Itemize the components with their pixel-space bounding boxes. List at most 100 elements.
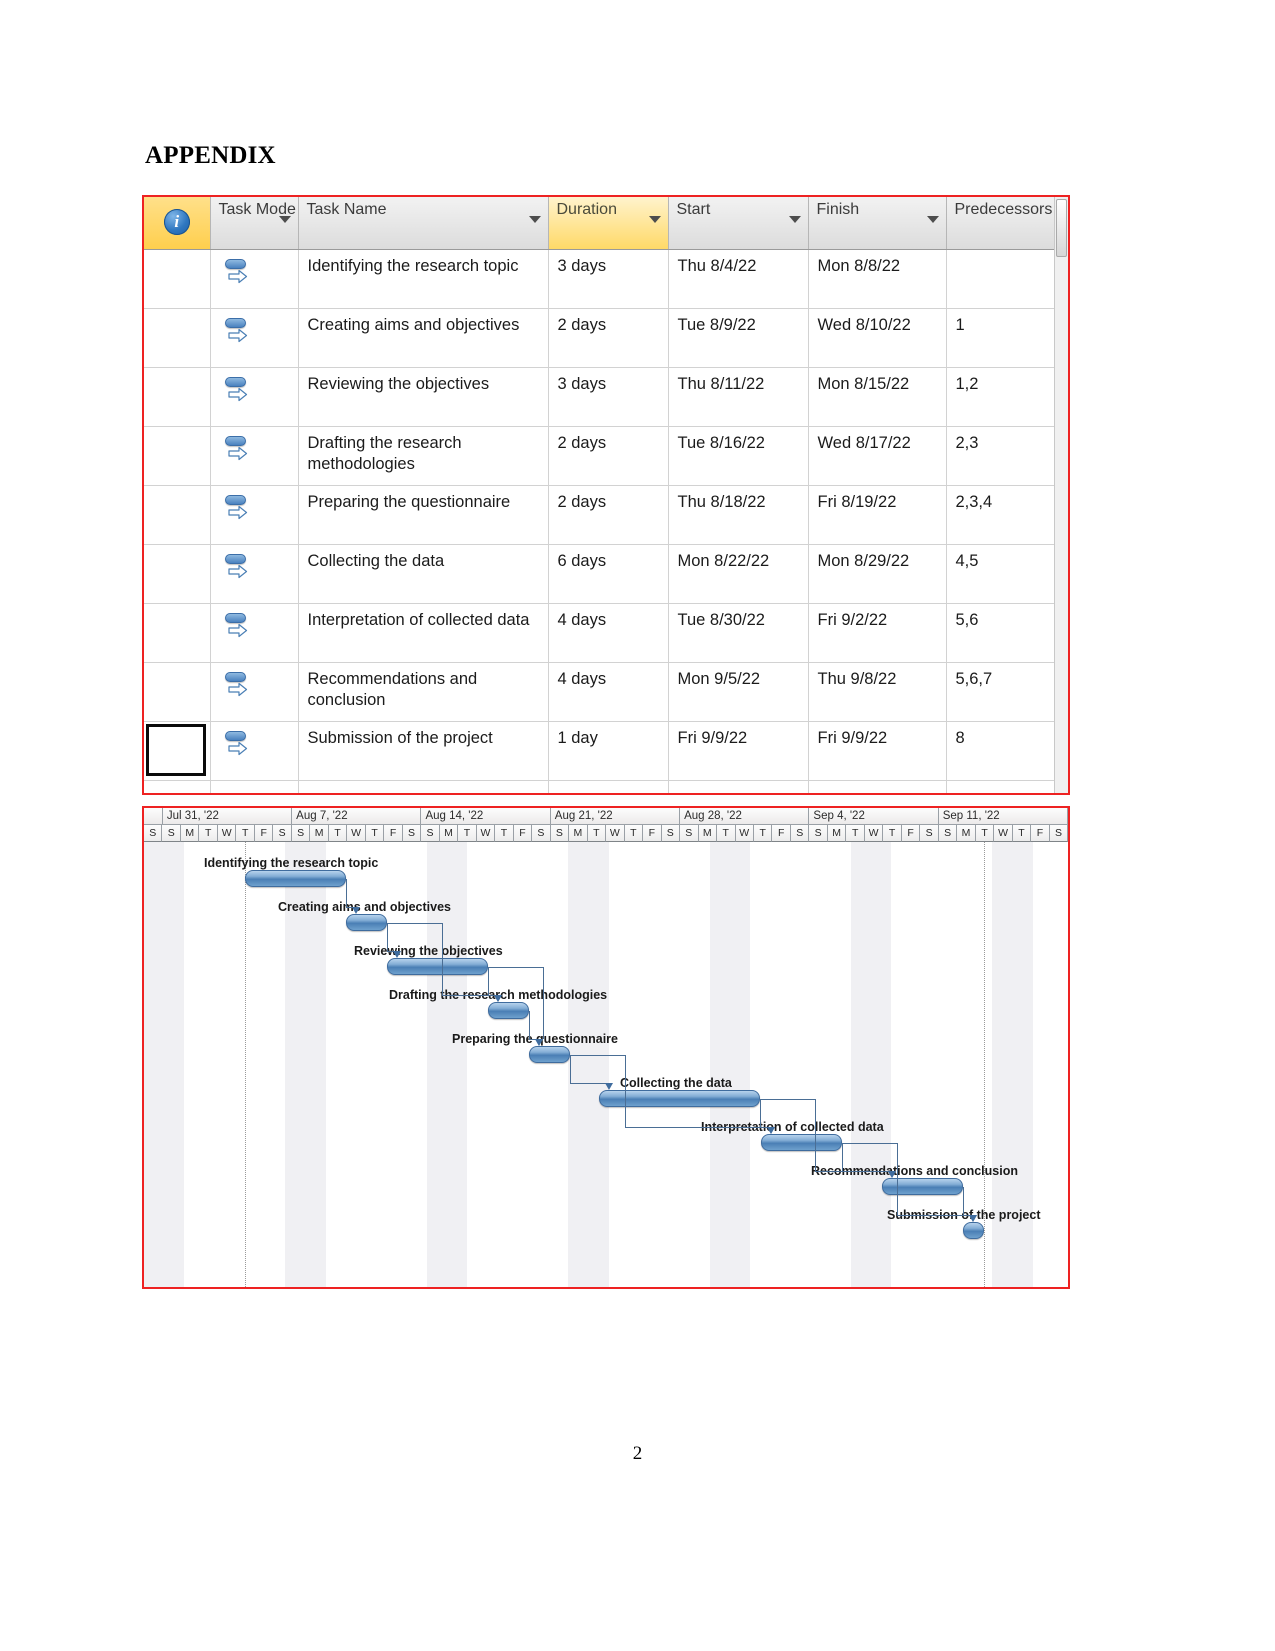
row-info-cell[interactable]: [144, 426, 211, 486]
row-info-cell[interactable]: [144, 249, 211, 309]
duration-cell[interactable]: 1 day: [548, 721, 669, 781]
gantt-task-bar[interactable]: [529, 1046, 570, 1063]
duration-cell[interactable]: 4 days: [548, 603, 669, 663]
finish-date-cell[interactable]: Mon 8/29/22: [808, 544, 947, 604]
duration-cell[interactable]: 2 days: [548, 426, 669, 486]
column-header-task-name[interactable]: Task Name: [298, 197, 549, 250]
row-info-cell[interactable]: [144, 485, 211, 545]
start-date-cell[interactable]: Tue 8/9/22: [668, 308, 809, 368]
gantt-task-bar[interactable]: [488, 1002, 529, 1019]
task-name-cell[interactable]: Recommendations and conclusion: [298, 662, 549, 722]
row-info-cell[interactable]: [144, 603, 211, 663]
table-row[interactable]: Recommendations and conclusion 4 days Mon …: [144, 662, 1068, 722]
start-date-cell[interactable]: Mon 9/5/22: [668, 662, 809, 722]
task-mode-cell[interactable]: [210, 485, 299, 545]
gantt-task-bar[interactable]: [387, 958, 488, 975]
row-info-cell[interactable]: [144, 662, 211, 722]
grid-vertical-scrollbar[interactable]: [1054, 197, 1068, 793]
task-name-cell[interactable]: Reviewing the objectives: [298, 367, 549, 427]
table-row[interactable]: Reviewing the objectives 3 days Thu 8/11/2…: [144, 367, 1068, 427]
predecessors-cell[interactable]: [946, 780, 1068, 793]
column-header-info[interactable]: i: [144, 197, 211, 250]
task-name-cell[interactable]: [298, 780, 549, 793]
task-name-cell[interactable]: Interpretation of collected data: [298, 603, 549, 663]
predecessors-cell[interactable]: [946, 249, 1068, 309]
table-row[interactable]: Preparing the questionnaire 2 days Thu 8/1…: [144, 485, 1068, 545]
chevron-down-icon[interactable]: [648, 216, 661, 223]
finish-date-cell[interactable]: Fri 9/9/22: [808, 721, 947, 781]
table-row[interactable]: Submission of the project 1 day Fri 9/9/22…: [144, 721, 1068, 781]
start-date-cell[interactable]: Thu 8/4/22: [668, 249, 809, 309]
row-info-cell[interactable]: [144, 308, 211, 368]
chevron-down-icon[interactable]: [926, 216, 939, 223]
finish-date-cell[interactable]: Wed 8/17/22: [808, 426, 947, 486]
predecessors-cell[interactable]: 2,3: [946, 426, 1068, 486]
gantt-task-bar[interactable]: [963, 1222, 984, 1239]
row-info-cell[interactable]: [144, 367, 211, 427]
task-name-cell[interactable]: Drafting the research methodologies: [298, 426, 549, 486]
finish-date-cell[interactable]: Mon 8/8/22: [808, 249, 947, 309]
start-date-cell[interactable]: [668, 780, 809, 793]
predecessors-cell[interactable]: 1: [946, 308, 1068, 368]
table-row[interactable]: Drafting the research methodologies 2 day…: [144, 426, 1068, 486]
predecessors-cell[interactable]: 1,2: [946, 367, 1068, 427]
start-date-cell[interactable]: Thu 8/18/22: [668, 485, 809, 545]
column-header-task-mode[interactable]: Task Mode: [210, 197, 299, 250]
task-mode-cell[interactable]: [210, 603, 299, 663]
finish-date-cell[interactable]: Fri 9/2/22: [808, 603, 947, 663]
table-row[interactable]: Interpretation of collected data 4 days Tu…: [144, 603, 1068, 663]
finish-date-cell[interactable]: Mon 8/15/22: [808, 367, 947, 427]
column-header-predecessors[interactable]: Predecessors: [946, 197, 1068, 250]
task-mode-cell[interactable]: [210, 721, 299, 781]
start-date-cell[interactable]: Tue 8/30/22: [668, 603, 809, 663]
duration-cell[interactable]: 3 days: [548, 367, 669, 427]
row-info-cell[interactable]: [144, 721, 211, 781]
predecessors-cell[interactable]: 4,5: [946, 544, 1068, 604]
duration-cell[interactable]: 2 days: [548, 308, 669, 368]
gantt-task-bar[interactable]: [346, 914, 387, 931]
task-mode-cell[interactable]: [210, 662, 299, 722]
duration-cell[interactable]: 2 days: [548, 485, 669, 545]
task-mode-cell[interactable]: [210, 249, 299, 309]
grid-scrollbar-thumb[interactable]: [1056, 199, 1067, 257]
chevron-down-icon[interactable]: [788, 216, 801, 223]
finish-date-cell[interactable]: Wed 8/10/22: [808, 308, 947, 368]
column-header-finish[interactable]: Finish: [808, 197, 947, 250]
task-mode-cell[interactable]: [210, 780, 299, 793]
column-header-duration[interactable]: Duration: [548, 197, 669, 250]
finish-date-cell[interactable]: Thu 9/8/22: [808, 662, 947, 722]
task-name-cell[interactable]: Submission of the project: [298, 721, 549, 781]
duration-cell[interactable]: 3 days: [548, 249, 669, 309]
start-date-cell[interactable]: Fri 9/9/22: [668, 721, 809, 781]
task-name-cell[interactable]: Collecting the data: [298, 544, 549, 604]
start-date-cell[interactable]: Mon 8/22/22: [668, 544, 809, 604]
task-name-cell[interactable]: Identifying the research topic: [298, 249, 549, 309]
task-name-cell[interactable]: Creating aims and objectives: [298, 308, 549, 368]
predecessors-cell[interactable]: 5,6,7: [946, 662, 1068, 722]
table-row[interactable]: [144, 780, 1068, 793]
start-date-cell[interactable]: Tue 8/16/22: [668, 426, 809, 486]
row-info-cell[interactable]: [144, 544, 211, 604]
predecessors-cell[interactable]: 5,6: [946, 603, 1068, 663]
task-mode-cell[interactable]: [210, 367, 299, 427]
gantt-task-bar[interactable]: [245, 870, 346, 887]
finish-date-cell[interactable]: [808, 780, 947, 793]
chevron-down-icon[interactable]: [278, 216, 291, 223]
column-header-start[interactable]: Start: [668, 197, 809, 250]
start-date-cell[interactable]: Thu 8/11/22: [668, 367, 809, 427]
table-row[interactable]: Creating aims and objectives 2 days Tue 8/…: [144, 308, 1068, 368]
predecessors-cell[interactable]: 2,3,4: [946, 485, 1068, 545]
task-name-cell[interactable]: Preparing the questionnaire: [298, 485, 549, 545]
finish-date-cell[interactable]: Fri 8/19/22: [808, 485, 947, 545]
task-mode-cell[interactable]: [210, 308, 299, 368]
table-row[interactable]: Identifying the research topic 3 days Thu …: [144, 249, 1068, 309]
table-row[interactable]: Collecting the data 6 days Mon 8/22/22 Mon …: [144, 544, 1068, 604]
predecessors-cell[interactable]: 8: [946, 721, 1068, 781]
gantt-task-bar[interactable]: [599, 1090, 760, 1107]
duration-cell[interactable]: 6 days: [548, 544, 669, 604]
chevron-down-icon[interactable]: [528, 216, 541, 223]
task-mode-cell[interactable]: [210, 426, 299, 486]
task-mode-cell[interactable]: [210, 544, 299, 604]
gantt-task-bar[interactable]: [761, 1134, 842, 1151]
gantt-task-bar[interactable]: [882, 1178, 963, 1195]
